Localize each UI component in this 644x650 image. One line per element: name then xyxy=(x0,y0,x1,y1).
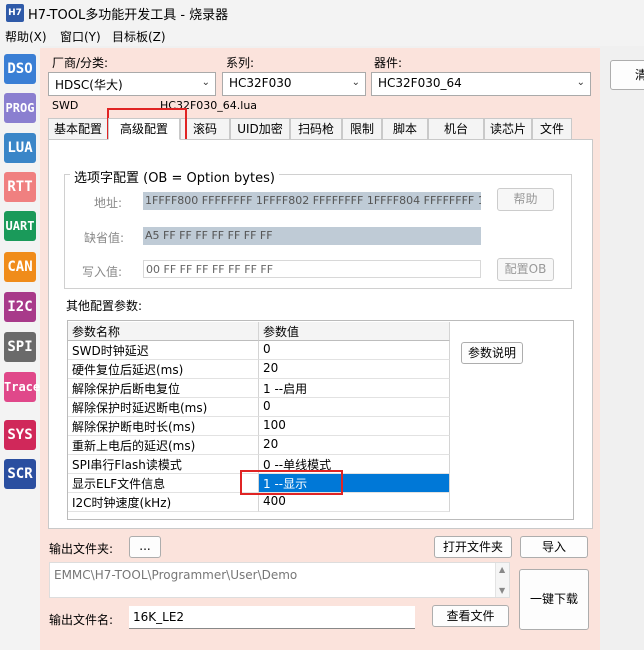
default-field: A5 FF FF FF FF FF FF FF xyxy=(143,227,481,245)
param-value[interactable]: 1 --启用 xyxy=(259,379,450,398)
col-value-header: 参数值 xyxy=(259,322,450,341)
params-title: 其他配置参数: xyxy=(66,299,143,313)
tab-machine[interactable]: 机台 xyxy=(428,118,484,140)
option-bytes-title: 选项字配置 (OB = Option bytes) xyxy=(70,167,279,186)
tab-scanner[interactable]: 扫码枪 xyxy=(290,118,342,140)
series-label: 系列: xyxy=(226,56,255,70)
series-value: HC32F030 xyxy=(229,76,292,90)
param-name: SWD时钟延迟 xyxy=(68,341,259,360)
param-value[interactable]: 0 xyxy=(259,398,450,417)
tab-uid-encrypt[interactable]: UID加密 xyxy=(230,118,290,140)
import-button[interactable]: 导入 xyxy=(520,536,588,558)
table-row[interactable]: SWD时钟延迟 0 xyxy=(68,341,450,360)
uart-button[interactable]: UART xyxy=(4,211,36,241)
rtt-button[interactable]: RTT xyxy=(4,172,36,202)
output-path-text: EMMC\H7-TOOL\Programmer\User\Demo xyxy=(54,568,298,582)
highlight-box-value xyxy=(240,470,343,495)
address-label: 地址: xyxy=(94,196,123,210)
open-folder-button[interactable]: 打开文件夹 xyxy=(434,536,512,558)
param-name: 解除保护断电时长(ms) xyxy=(68,417,259,436)
tab-file[interactable]: 文件 xyxy=(532,118,572,140)
vendor-label: 厂商/分类: xyxy=(52,56,109,70)
chevron-down-icon: ⌄ xyxy=(201,77,210,88)
col-name-header: 参数名称 xyxy=(68,322,259,341)
table-row[interactable]: I2C时钟速度(kHz) 400 xyxy=(68,493,450,512)
sys-button[interactable]: SYS xyxy=(4,420,36,450)
help-button[interactable]: 帮助 xyxy=(497,188,554,211)
default-label: 缺省值: xyxy=(84,231,125,245)
menu-target-board[interactable]: 目标板(Z) xyxy=(112,28,166,45)
i2c-button[interactable]: I2C xyxy=(4,292,36,322)
chevron-down-icon: ⌄ xyxy=(351,77,360,88)
table-row[interactable]: 重新上电后的延迟(ms) 20 xyxy=(68,436,450,455)
interface-label: SWD xyxy=(52,99,79,112)
vendor-select[interactable]: HDSC(华大) ⌄ xyxy=(48,72,216,96)
dso-button[interactable]: DSO xyxy=(4,54,36,84)
table-row[interactable]: 解除保护断电时长(ms) 100 xyxy=(68,417,450,436)
menu-help[interactable]: 帮助(X) xyxy=(5,28,47,45)
output-file-label: 输出文件名: xyxy=(49,613,114,627)
app-icon: H7 xyxy=(6,4,24,22)
can-button[interactable]: CAN xyxy=(4,252,36,282)
param-value[interactable]: 0 xyxy=(259,341,450,360)
param-explain-button[interactable]: 参数说明 xyxy=(461,342,523,364)
tab-limits[interactable]: 限制 xyxy=(342,118,382,140)
param-value[interactable]: 100 xyxy=(259,417,450,436)
output-path-box[interactable]: EMMC\H7-TOOL\Programmer\User\Demo ▲ ▼ xyxy=(49,562,510,598)
device-label: 器件: xyxy=(374,56,403,70)
tab-script[interactable]: 脚本 xyxy=(382,118,428,140)
param-name: SPI串行Flash读模式 xyxy=(68,455,259,474)
tab-advanced-config[interactable]: 高级配置 xyxy=(108,118,180,140)
param-value[interactable]: 400 xyxy=(259,493,450,512)
params-header-row: 参数名称 参数值 xyxy=(68,322,450,341)
param-name: I2C时钟速度(kHz) xyxy=(68,493,259,512)
param-name: 解除保护后断电复位 xyxy=(68,379,259,398)
lua-button[interactable]: LUA xyxy=(4,133,36,163)
vendor-value: HDSC(华大) xyxy=(55,78,123,92)
scroll-down-icon[interactable]: ▼ xyxy=(499,586,505,595)
window-title: H7-TOOL多功能开发工具 - 烧录器 xyxy=(28,8,229,23)
tab-basic-config[interactable]: 基本配置 xyxy=(48,118,108,140)
chevron-down-icon: ⌄ xyxy=(576,77,585,88)
spi-button[interactable]: SPI xyxy=(4,332,36,362)
menu-bar: 帮助(X) 窗口(Y) 目标板(Z) xyxy=(0,26,644,46)
write-label: 写入值: xyxy=(82,265,123,279)
param-value[interactable]: 20 xyxy=(259,436,450,455)
tab-bar: 基本配置 高级配置 滚码 UID加密 扫码枪 限制 脚本 机台 读芯片 文件 xyxy=(48,118,590,140)
view-file-button[interactable]: 查看文件 xyxy=(432,605,509,627)
output-file-input[interactable]: 16K_LE2 xyxy=(129,606,415,629)
device-select[interactable]: HC32F030_64 ⌄ xyxy=(371,72,591,96)
address-field: 1FFFF800 FFFFFFFF 1FFFF802 FFFFFFFF 1FFF… xyxy=(143,192,481,210)
menu-window[interactable]: 窗口(Y) xyxy=(60,28,101,45)
series-select[interactable]: HC32F030 ⌄ xyxy=(222,72,366,96)
write-value-field[interactable]: 00 FF FF FF FF FF FF FF xyxy=(143,260,481,278)
output-folder-label: 输出文件夹: xyxy=(49,542,114,556)
clear-button[interactable]: 清 xyxy=(610,60,644,90)
param-value[interactable]: 20 xyxy=(259,360,450,379)
device-value: HC32F030_64 xyxy=(378,76,462,90)
table-row[interactable]: 解除保护后断电复位 1 --启用 xyxy=(68,379,450,398)
prog-button[interactable]: PROG xyxy=(4,93,36,123)
one-click-download-button[interactable]: 一键下载 xyxy=(519,569,589,630)
trace-button[interactable]: Trace xyxy=(4,372,40,402)
config-ob-button[interactable]: 配置OB xyxy=(497,258,554,281)
param-name: 显示ELF文件信息 xyxy=(68,474,259,493)
table-row[interactable]: 硬件复位后延迟(ms) 20 xyxy=(68,360,450,379)
param-name: 硬件复位后延迟(ms) xyxy=(68,360,259,379)
tab-rolling-code[interactable]: 滚码 xyxy=(180,118,230,140)
path-scrollbar[interactable]: ▲ ▼ xyxy=(495,563,509,597)
scroll-up-icon[interactable]: ▲ xyxy=(499,565,505,574)
tab-read-chip[interactable]: 读芯片 xyxy=(484,118,532,140)
param-name: 重新上电后的延迟(ms) xyxy=(68,436,259,455)
scr-button[interactable]: SCR xyxy=(4,459,36,489)
browse-button[interactable]: ... xyxy=(129,536,161,558)
table-row[interactable]: 解除保护时延迟断电(ms) 0 xyxy=(68,398,450,417)
param-name: 解除保护时延迟断电(ms) xyxy=(68,398,259,417)
left-toolbar: DSO PROG LUA RTT UART CAN I2C SPI Trace … xyxy=(0,46,40,650)
